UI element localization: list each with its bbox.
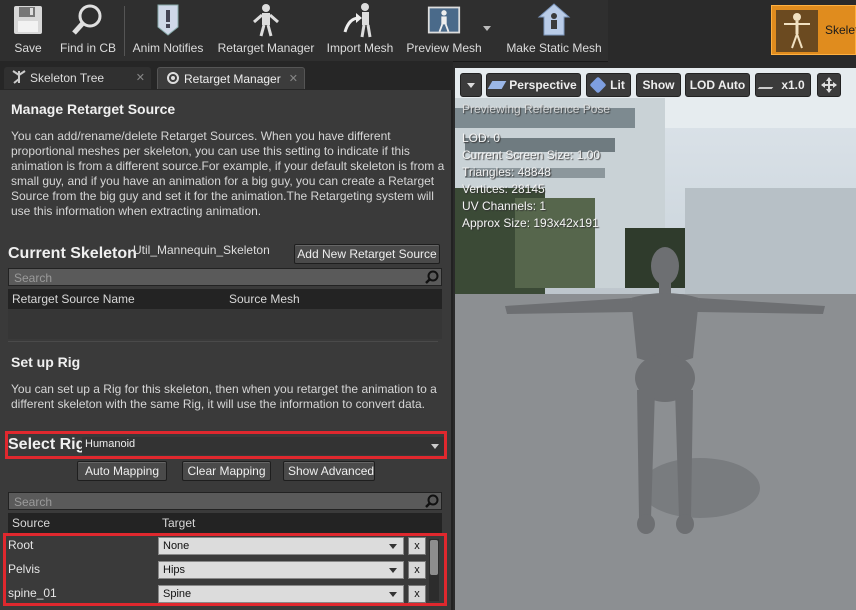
close-icon[interactable]: ✕ — [289, 72, 298, 85]
find-in-cb-button[interactable]: Find in CB — [58, 0, 118, 61]
find-in-cb-icon — [71, 0, 105, 40]
show-advanced-button[interactable]: Show Advanced — [283, 461, 375, 481]
preview-mode-label: Previewing Reference Pose — [462, 102, 611, 116]
stat-triangles: Triangles: 48848 — [462, 165, 551, 179]
preview-mesh-dropdown-icon[interactable] — [483, 26, 491, 31]
import-mesh-button[interactable]: Import Mesh — [324, 0, 396, 61]
move-icon — [821, 77, 837, 93]
current-skeleton-value: Util_Mannequin_Skeleton — [133, 243, 270, 257]
toolbar-separator — [124, 6, 125, 56]
rig-description: You can set up a Rig for this skeleton, … — [11, 382, 437, 411]
anim-notifies-icon — [151, 0, 185, 40]
preview-mesh-icon — [427, 0, 461, 40]
make-static-mesh-button[interactable]: Make Static Mesh — [502, 0, 606, 61]
make-static-mesh-icon — [537, 0, 571, 40]
skeleton-thumbnail-icon — [776, 10, 818, 52]
show-button[interactable]: Show — [636, 73, 681, 97]
manage-retarget-source-heading: Manage Retarget Source — [11, 101, 176, 117]
lit-icon — [589, 76, 607, 94]
chevron-down-icon — [467, 82, 475, 88]
rig-mapping-table-header: Source Target — [8, 513, 442, 533]
column-header: Source — [12, 516, 51, 530]
retarget-source-description: You can add/rename/delete Retarget Sourc… — [11, 129, 445, 218]
stat-vertices: Vertices: 28145 — [462, 182, 545, 196]
retarget-source-list — [8, 309, 442, 339]
column-header: Target — [162, 516, 196, 530]
tab-label: Skeleton Tree — [30, 71, 105, 85]
set-up-rig-heading: Set up Rig — [11, 354, 81, 370]
skeleton-tree-icon — [12, 70, 26, 87]
viewport-options-button[interactable] — [460, 73, 482, 97]
search-icon — [425, 270, 439, 284]
auto-mapping-button[interactable]: Auto Mapping — [77, 461, 167, 481]
stat-lod: LOD: 0 — [462, 131, 501, 145]
retarget-manager-icon — [249, 0, 283, 40]
close-icon[interactable]: ✕ — [136, 71, 145, 84]
save-button[interactable]: Save — [6, 0, 50, 61]
retarget-manager-tab-icon — [166, 71, 180, 88]
panel-tab-bar: Skeleton Tree ✕ Retarget Manager ✕ — [0, 61, 453, 90]
playback-speed-button[interactable]: x1.0 — [755, 73, 811, 97]
main-toolbar: Save Find in CB Anim Notifies Retarget M… — [0, 0, 608, 62]
perspective-button[interactable]: Perspective — [486, 73, 581, 97]
column-header: Source Mesh — [229, 292, 300, 306]
add-new-retarget-source-button[interactable]: Add New Retarget Source — [294, 244, 440, 264]
search-icon — [425, 494, 439, 508]
tab-label: Retarget Manager — [184, 71, 281, 86]
select-rig-highlight — [5, 431, 447, 459]
stat-approx-size: Approx Size: 193x42x191 — [462, 216, 599, 230]
lod-auto-button[interactable]: LOD Auto — [685, 73, 750, 97]
preview-viewport[interactable]: Perspective Lit Show LOD Auto x1.0 Previ… — [455, 68, 856, 610]
preview-mesh-button[interactable]: Preview Mesh — [404, 0, 484, 61]
translate-mode-button[interactable] — [817, 73, 841, 97]
tab-skeleton-tree[interactable]: Skeleton Tree ✕ — [4, 67, 151, 89]
save-icon — [11, 0, 45, 40]
anim-notifies-button[interactable]: Anim Notifies — [130, 0, 206, 61]
perspective-icon — [487, 81, 507, 89]
retarget-source-search-input[interactable]: Search — [8, 268, 442, 286]
mapping-highlight — [3, 533, 447, 606]
skeleton-asset-label: Skelet — [825, 23, 856, 37]
speed-icon — [757, 81, 779, 89]
retarget-source-table-header: Retarget Source Name Source Mesh — [8, 289, 442, 309]
retarget-manager-panel: Manage Retarget Source You can add/renam… — [0, 90, 453, 610]
lit-button[interactable]: Lit — [586, 73, 631, 97]
stat-uv-channels: UV Channels: 1 — [462, 199, 547, 213]
clear-mapping-button[interactable]: Clear Mapping — [182, 461, 271, 481]
import-mesh-icon — [343, 0, 377, 40]
retarget-manager-button[interactable]: Retarget Manager — [214, 0, 318, 61]
stat-screen-size: Current Screen Size: 1.00 — [462, 148, 601, 162]
tab-retarget-manager[interactable]: Retarget Manager ✕ — [157, 67, 305, 89]
skeleton-asset-tab[interactable]: Skelet — [771, 5, 856, 55]
section-divider — [8, 341, 438, 342]
rig-mapping-search-input[interactable]: Search — [8, 492, 442, 510]
column-header: Retarget Source Name — [12, 292, 135, 306]
current-skeleton-label: Current Skeleton — [8, 245, 137, 262]
